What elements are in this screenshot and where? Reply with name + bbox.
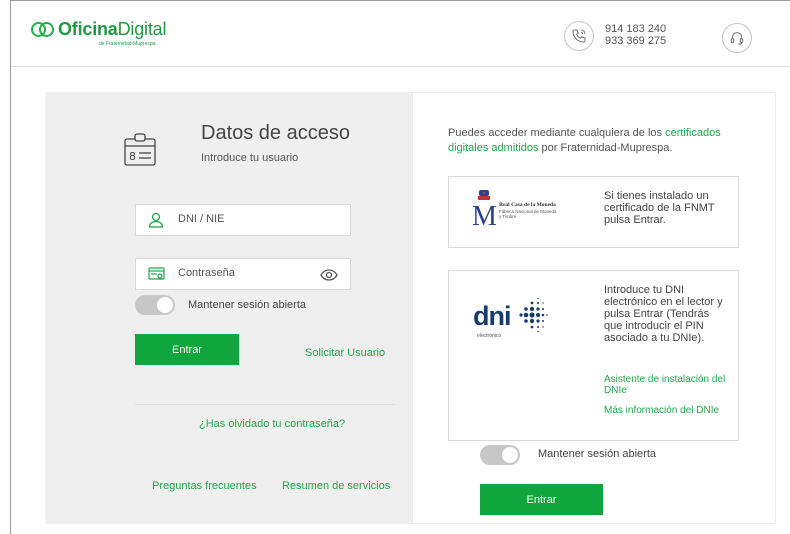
logo-rings-icon xyxy=(31,21,55,39)
faq-link[interactable]: Preguntas frecuentes xyxy=(152,480,257,492)
dnie-install-link[interactable]: Asistente de instalación del DNIe xyxy=(604,374,729,396)
certificate-submit-button[interactable]: Entrar xyxy=(480,484,603,515)
services-summary-link[interactable]: Resumen de servicios xyxy=(282,480,390,492)
fnmt-description: Si tienes instalado un certificado de la… xyxy=(604,190,715,226)
dnie-info-link[interactable]: Más información del DNIe xyxy=(604,405,729,416)
login-panel: 8 Datos de acceso Introduce tu usuario D… xyxy=(45,92,412,524)
certificate-keep-session-toggle[interactable] xyxy=(480,445,520,465)
dni-input[interactable] xyxy=(178,213,318,225)
phone-icon xyxy=(564,21,594,51)
app-frame: OficinaDigital de Fraternidad-Muprespa 9… xyxy=(10,0,790,534)
header: OficinaDigital de Fraternidad-Muprespa 9… xyxy=(11,1,790,67)
user-icon xyxy=(148,212,164,233)
fnmt-name: Real Casa de la Moneda xyxy=(499,202,556,208)
password-card-icon xyxy=(148,266,165,287)
page-title: Datos de acceso xyxy=(201,122,350,144)
keep-session-toggle[interactable] xyxy=(135,295,175,315)
password-input[interactable] xyxy=(178,267,318,279)
certificate-keep-session-label: Mantener sesión abierta xyxy=(538,448,657,460)
certificate-intro: Puedes acceder mediante cualquiera de lo… xyxy=(448,127,721,154)
phone-numbers: 914 183 240 933 369 275 xyxy=(605,23,666,47)
dnie-option: dni electrónico Introduce tu DNI electró… xyxy=(448,270,739,441)
phone-number-2[interactable]: 933 369 275 xyxy=(605,35,666,47)
login-submit-button[interactable]: Entrar xyxy=(135,334,239,365)
svg-text:8: 8 xyxy=(129,150,136,163)
headset-icon[interactable] xyxy=(722,23,752,53)
page-subtitle: Introduce tu usuario xyxy=(201,152,299,164)
divider xyxy=(135,404,395,405)
password-field[interactable] xyxy=(135,258,351,290)
forgot-password-link[interactable]: ¿Has olvidado tu contraseña? xyxy=(199,418,345,430)
phone-number-1[interactable]: 914 183 240 xyxy=(605,23,666,35)
logo-text: OficinaDigital xyxy=(58,19,167,39)
logo[interactable]: OficinaDigital de Fraternidad-Muprespa xyxy=(31,19,167,47)
fnmt-option: M Real Casa de la Moneda Fábrica Naciona… xyxy=(448,176,739,248)
id-card-icon: 8 xyxy=(123,130,159,175)
fnmt-crest-icon: M xyxy=(471,190,497,233)
svg-text:M: M xyxy=(472,201,497,228)
dnie-description: Introduce tu DNI electrónico en el lecto… xyxy=(604,284,723,344)
dnie-logo: dni electrónico xyxy=(473,297,548,339)
certificate-panel: Puedes acceder mediante cualquiera de lo… xyxy=(412,92,776,524)
dni-field[interactable] xyxy=(135,204,351,236)
request-user-link[interactable]: Solicitar Usuario xyxy=(305,347,385,359)
fnmt-subtitle: Fábrica Nacional de Moneda y Timbre xyxy=(499,209,557,219)
logo-tagline: de Fraternidad-Muprespa xyxy=(99,41,156,47)
eye-icon[interactable] xyxy=(320,268,338,286)
keep-session-label: Mantener sesión abierta xyxy=(188,299,307,311)
